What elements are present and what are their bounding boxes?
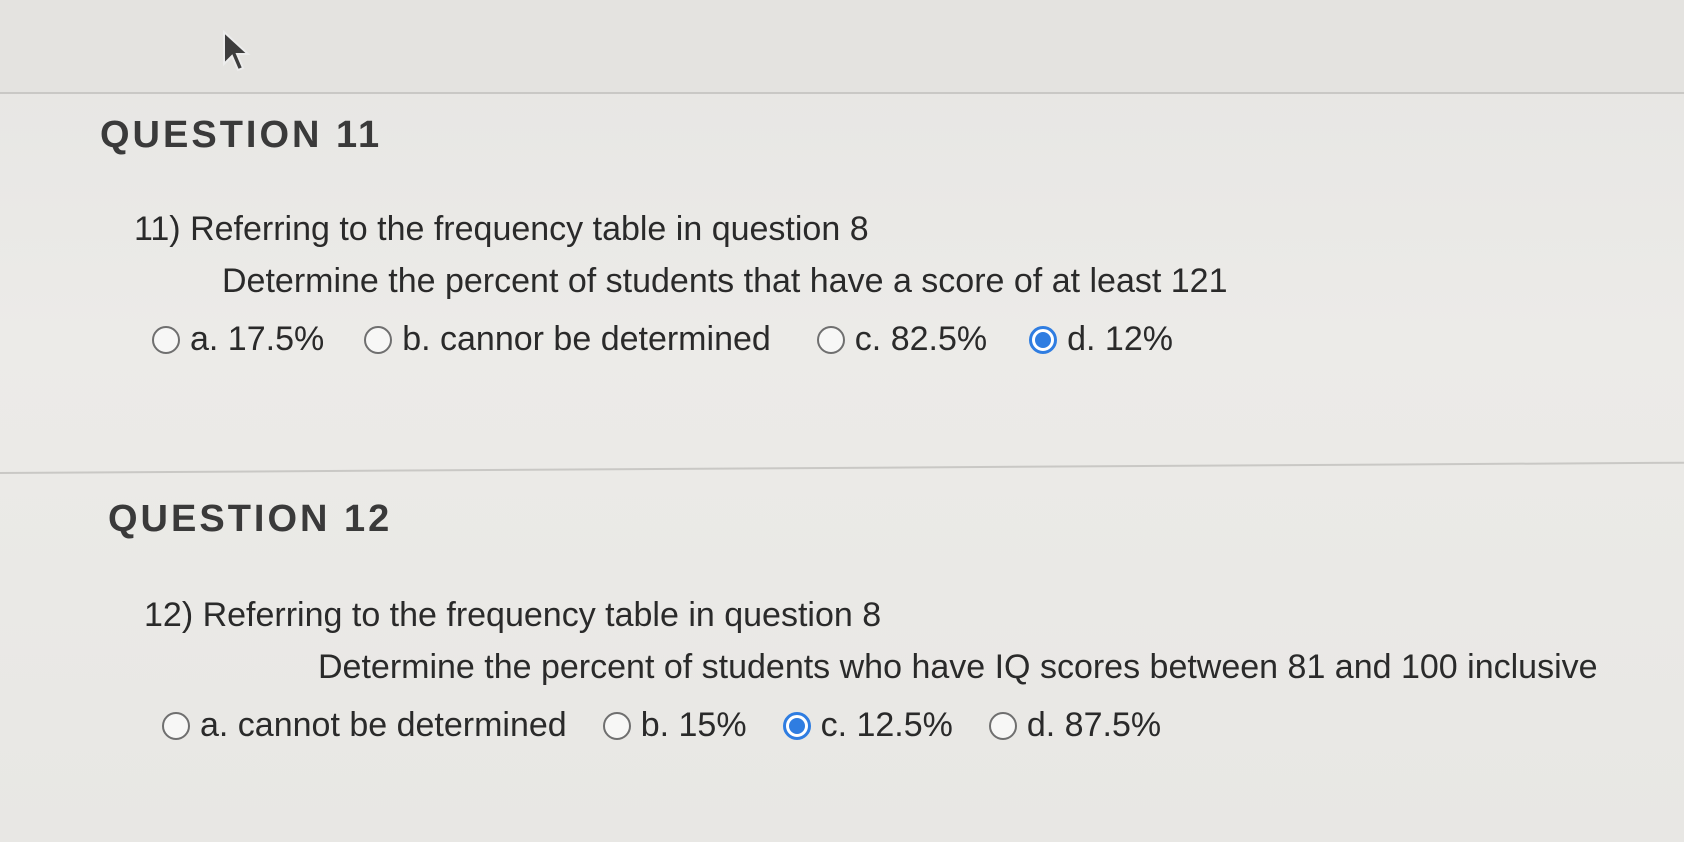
option-b[interactable]: b. 15%: [602, 706, 747, 745]
answer-options: a. 17.5% b. cannor be determined c. 82.5…: [152, 320, 1173, 359]
radio-button[interactable]: [364, 325, 393, 354]
question-12-section: QUESTION 12 12) Referring to the frequen…: [0, 476, 1684, 842]
option-label: d. 87.5%: [1026, 706, 1162, 744]
option-d[interactable]: d. 12%: [1029, 320, 1173, 359]
option-label: d. 12%: [1067, 320, 1173, 358]
radio-button[interactable]: [602, 711, 631, 740]
option-c[interactable]: c. 12.5%: [782, 706, 953, 745]
radio-button-selected[interactable]: [1029, 325, 1058, 354]
radio-button-selected[interactable]: [782, 711, 811, 740]
radio-button[interactable]: [988, 711, 1017, 740]
radio-button[interactable]: [816, 325, 845, 354]
mouse-pointer-icon: [223, 30, 251, 72]
option-label: a. 17.5%: [190, 320, 325, 358]
radio-button[interactable]: [152, 325, 180, 354]
option-label: a. cannot be determined: [200, 706, 567, 744]
option-a[interactable]: a. 17.5%: [152, 320, 324, 359]
radio-button[interactable]: [162, 711, 190, 740]
option-b[interactable]: b. cannor be determined: [364, 320, 771, 359]
option-label: c. 12.5%: [820, 706, 953, 744]
option-label: c. 82.5%: [854, 320, 988, 358]
option-c[interactable]: c. 82.5%: [816, 320, 988, 359]
question-prompt: 11) Referring to the frequency table in …: [134, 210, 869, 248]
answer-options: a. cannot be determined b. 15% c. 12.5% …: [162, 706, 1161, 745]
top-strip: [0, 0, 1684, 92]
question-11-section: QUESTION 11 11) Referring to the frequen…: [0, 94, 1684, 470]
question-prompt: 12) Referring to the frequency table in …: [144, 596, 882, 634]
option-label: b. cannor be determined: [402, 320, 771, 358]
option-a[interactable]: a. cannot be determined: [162, 706, 567, 745]
question-detail: Determine the percent of students who ha…: [318, 648, 1598, 686]
question-title: QUESTION 12: [108, 498, 393, 540]
question-title: QUESTION 11: [100, 114, 383, 156]
option-d[interactable]: d. 87.5%: [988, 706, 1162, 745]
option-label: b. 15%: [640, 706, 747, 744]
question-detail: Determine the percent of students that h…: [222, 262, 1228, 300]
